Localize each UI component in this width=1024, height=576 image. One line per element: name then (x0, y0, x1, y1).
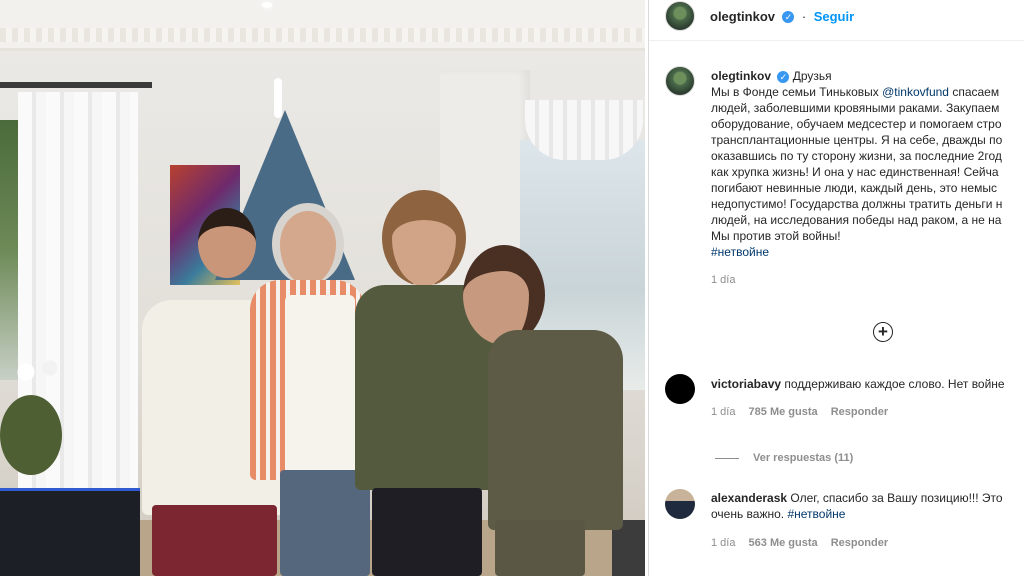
verified-icon: ✓ (777, 70, 790, 83)
comment-text: поддерживаю каждое слово. Нет войне (784, 377, 1005, 391)
verified-icon: ✓ (782, 10, 795, 23)
white-flowers (8, 352, 68, 392)
caption-tag: Друзья (792, 69, 832, 83)
post-photo[interactable] (0, 0, 645, 576)
replies-divider (715, 458, 739, 459)
comment-text-continued: очень важно. (711, 507, 788, 521)
comment-victoriabavy: victoriabavy поддерживаю каждое слово. Н… (711, 376, 1005, 418)
caption-text: Мы в Фонде семьи Тиньковых @tinkovfund с… (711, 84, 1024, 260)
hashtag-link[interactable]: #нетвойне (711, 244, 1024, 260)
hashtag-link[interactable]: #нетвойне (787, 507, 845, 521)
mention-link[interactable]: @tinkovfund (882, 85, 949, 99)
comment-likes[interactable]: 785 Me gusta (749, 406, 818, 418)
owner-username[interactable]: olegtinkov (710, 9, 775, 24)
reply-button[interactable]: Responder (831, 537, 888, 549)
view-replies-button[interactable]: Ver respuestas (11) (753, 452, 853, 464)
comment-alexanderask: alexanderask Олег, спасибо за Вашу позиц… (711, 490, 1003, 549)
comment-text: Олег, спасибо за Вашу позицию!!! Это (790, 491, 1003, 505)
right-curtain (525, 100, 643, 160)
reply-button[interactable]: Responder (831, 406, 888, 418)
post-header: olegtinkov ✓ · Seguir (649, 0, 1024, 41)
ceiling (0, 0, 645, 51)
commenter-avatar[interactable] (665, 374, 695, 404)
separator-dot: · (801, 9, 807, 24)
caption-username[interactable]: olegtinkov (711, 69, 771, 83)
side-table (0, 488, 140, 576)
comment-time: 1 día (711, 537, 736, 549)
comment-likes[interactable]: 563 Me gusta (749, 537, 818, 549)
caption: olegtinkov ✓ Друзья Мы в Фонде семьи Тин… (711, 68, 1024, 286)
comment-username[interactable]: victoriabavy (711, 377, 781, 391)
cornice (0, 28, 645, 42)
commenter-avatar[interactable] (665, 489, 695, 519)
curtain-rod (0, 82, 152, 88)
plus-circle-icon[interactable]: + (873, 322, 893, 342)
owner-avatar[interactable] (665, 1, 695, 31)
caption-avatar[interactable] (665, 66, 695, 96)
comment-time: 1 día (711, 406, 736, 418)
potted-plant (0, 395, 62, 475)
post-sidebar: olegtinkov ✓ · Seguir olegtinkov ✓ Друзь… (648, 0, 1024, 576)
ceiling-lamp (262, 2, 272, 8)
caption-time: 1 día (711, 274, 736, 286)
tree-topper (274, 78, 282, 118)
follow-button[interactable]: Seguir (814, 9, 854, 24)
comment-username[interactable]: alexanderask (711, 491, 787, 505)
